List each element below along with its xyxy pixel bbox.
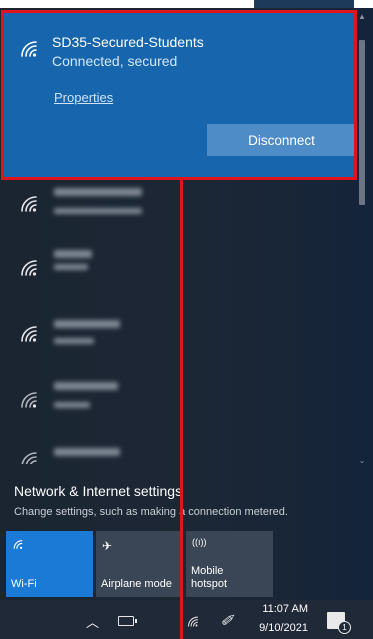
blurred-network-name (54, 448, 120, 456)
notification-count-badge: 1 (338, 621, 351, 634)
network-flyout: SD35-Secured-Students Connected, secured… (0, 0, 373, 639)
network-list-item[interactable] (0, 378, 350, 444)
hotspot-label-line-2: hotspot (191, 578, 228, 590)
wifi-icon (21, 260, 37, 276)
blurred-network-status (54, 338, 94, 344)
airplane-mode-tile[interactable]: ✈ Airplane mode (96, 531, 183, 597)
network-settings-link[interactable]: Network & Internet settings (14, 483, 182, 499)
wifi-icon (21, 41, 37, 57)
blurred-network-name (54, 382, 118, 390)
action-center-icon[interactable]: 1 (327, 612, 351, 634)
wifi-icon (21, 392, 37, 408)
pen-ink-workspace-icon[interactable]: ✐ (220, 611, 233, 631)
scroll-up-icon[interactable]: ▲ (357, 12, 367, 24)
blurred-network-status (54, 208, 142, 214)
blurred-network-status (54, 264, 88, 270)
network-list-item[interactable] (0, 440, 350, 464)
blurred-network-name (54, 250, 92, 258)
network-settings-description: Change settings, such as making a connec… (14, 506, 288, 518)
airplane-icon: ✈ (102, 539, 113, 553)
wifi-toggle-tile[interactable]: Wi-Fi (6, 531, 93, 597)
clock-date[interactable]: 9/10/2021 (252, 622, 308, 634)
battery-icon[interactable] (118, 616, 137, 626)
scroll-down-icon[interactable]: ⌄ (357, 456, 367, 468)
top-edge-strip (254, 0, 354, 8)
disconnect-button[interactable]: Disconnect (207, 124, 356, 156)
network-ssid: SD35-Secured-Students (52, 34, 204, 50)
hotspot-label-line-1: Mobile (191, 565, 224, 577)
scrollbar-thumb[interactable] (359, 40, 365, 205)
network-list-item[interactable] (0, 182, 350, 248)
wifi-icon (21, 196, 37, 212)
network-list-item[interactable] (0, 248, 350, 314)
wifi-tile-label: Wi-Fi (11, 578, 37, 590)
wifi-icon (13, 540, 23, 549)
taskbar: ︿ ✐ (0, 600, 373, 639)
mobile-hotspot-tile[interactable]: ((ı)) Mobile hotspot (186, 531, 273, 597)
blurred-network-name (54, 320, 120, 328)
network-tray-icon[interactable] (186, 614, 200, 628)
show-hidden-icons-chevron-icon[interactable]: ︿ (86, 612, 99, 631)
blurred-network-status (54, 402, 90, 408)
blurred-network-name (54, 188, 142, 196)
hotspot-icon: ((ı)) (192, 537, 207, 547)
airplane-tile-label: Airplane mode (101, 578, 172, 590)
wifi-icon (21, 452, 37, 464)
hotspot-tile-label: Mobile hotspot (191, 565, 227, 591)
top-edge (0, 0, 373, 8)
network-list-item[interactable] (0, 312, 350, 378)
clock-time[interactable]: 11:07 AM (258, 603, 308, 615)
properties-link[interactable]: Properties (54, 90, 113, 105)
connection-status: Connected, secured (52, 53, 178, 69)
connected-network-card[interactable]: SD35-Secured-Students Connected, secured… (3, 12, 356, 177)
wifi-icon (21, 326, 37, 342)
